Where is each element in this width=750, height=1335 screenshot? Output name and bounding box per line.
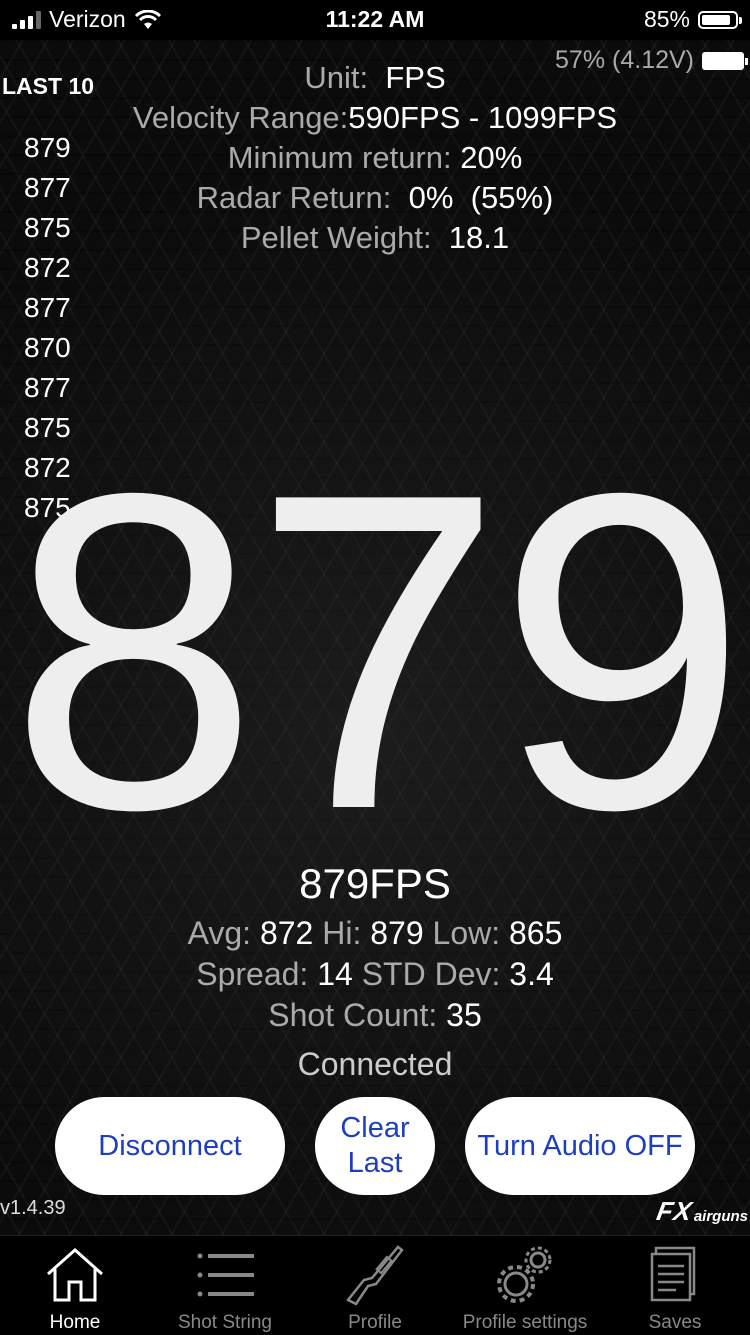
phone-battery-group: 85% — [643, 6, 742, 33]
current-velocity-display: 879 — [8, 401, 748, 903]
pellet-weight-row: Pellet Weight: 18.1 — [0, 218, 750, 258]
minimum-return-label: Minimum return: — [227, 140, 452, 175]
hi-label: Hi: — [322, 915, 362, 951]
chrony-info: Unit: FPS Velocity Range:590FPS - 1099FP… — [0, 58, 750, 258]
app-version: v1.4.39 — [0, 1197, 66, 1219]
velocity-range-row: Velocity Range:590FPS - 1099FPS — [0, 98, 750, 138]
home-icon — [47, 1247, 103, 1302]
shot-count-label: Shot Count: — [268, 997, 438, 1033]
pellet-weight-label: Pellet Weight: — [240, 220, 432, 255]
low-label: Low: — [432, 915, 501, 951]
radar-return-value: 0% — [408, 180, 454, 215]
tab-saves[interactable]: Saves — [600, 1236, 750, 1335]
shot-count-row: Shot Count: 35 — [0, 995, 750, 1036]
rifle-icon — [346, 1245, 404, 1306]
documents-icon — [650, 1246, 696, 1302]
disconnect-button-label: Disconnect — [98, 1129, 242, 1162]
avg-label: Avg: — [187, 915, 252, 951]
avg-hi-low-row: Avg: 872 Hi: 879 Low: 865 — [0, 913, 750, 954]
connection-status: Connected — [297, 1046, 453, 1082]
std-dev-label: STD Dev: — [361, 956, 501, 992]
spread-std-row: Spread: 14 STD Dev: 3.4 — [0, 954, 750, 995]
tab-profile-label: Profile — [348, 1312, 402, 1333]
status-time: 11:22 AM — [325, 6, 425, 32]
logo-airguns: airguns — [693, 1208, 748, 1225]
spread-value: 14 — [317, 956, 353, 992]
turn-audio-off-button[interactable]: Turn Audio OFF — [465, 1097, 695, 1195]
low-value: 865 — [509, 915, 563, 951]
avg-value: 872 — [259, 915, 314, 951]
unit-label: Unit: — [304, 60, 369, 95]
disconnect-button[interactable]: Disconnect — [55, 1097, 285, 1195]
tab-bar: Home Shot String Profile Profile setting… — [0, 1235, 750, 1335]
velocity-range-label: Velocity Range: — [132, 100, 349, 135]
last10-item: 870 — [24, 332, 71, 363]
shot-count-value: 35 — [446, 997, 482, 1033]
fx-airguns-logo: FX airguns — [654, 1196, 748, 1227]
tab-profile[interactable]: Profile — [300, 1236, 450, 1335]
gears-icon — [497, 1246, 552, 1303]
screen-background: Verizon 11:22 AM 85% 57% (4.12V) LAST 10… — [0, 0, 750, 1335]
logo-fx: FX — [654, 1196, 695, 1226]
radar-return-label: Radar Return: — [196, 180, 392, 215]
clear-last-button-label: Clear Last — [340, 1111, 409, 1181]
tab-saves-label: Saves — [648, 1312, 702, 1333]
radar-return-peak: (55%) — [470, 180, 554, 215]
velocity-range-value: 590FPS - 1099FPS — [348, 100, 618, 135]
turn-audio-off-label: Turn Audio OFF — [477, 1129, 683, 1162]
tab-profile-settings-label: Profile settings — [462, 1312, 588, 1333]
unit-row: Unit: FPS — [0, 58, 750, 98]
tab-home-label: Home — [49, 1312, 101, 1333]
pellet-weight-value: 18.1 — [448, 220, 510, 255]
clear-last-line2: Last — [347, 1147, 403, 1179]
phone-battery-percent: 85% — [643, 6, 690, 32]
std-dev-value: 3.4 — [509, 956, 554, 992]
last10-item: 877 — [24, 292, 71, 323]
current-velocity-with-unit: 879FPS — [299, 860, 451, 907]
tab-shot-string[interactable]: Shot String — [150, 1236, 300, 1335]
shot-statistics: Avg: 872 Hi: 879 Low: 865 Spread: 14 STD… — [0, 913, 750, 1036]
radar-return-row: Radar Return: 0% (55%) — [0, 178, 750, 218]
list-icon — [197, 1253, 254, 1297]
tab-home[interactable]: Home — [0, 1236, 150, 1335]
clear-last-button[interactable]: Clear Last — [315, 1097, 435, 1195]
minimum-return-row: Minimum return: 20% — [0, 138, 750, 178]
battery-icon — [698, 10, 742, 29]
hi-value: 879 — [370, 915, 424, 951]
spread-label: Spread: — [196, 956, 309, 992]
tab-profile-settings[interactable]: Profile settings — [450, 1236, 600, 1335]
minimum-return-value: 20% — [460, 140, 523, 175]
unit-value: FPS — [385, 60, 446, 95]
clear-last-line1: Clear — [340, 1112, 410, 1144]
status-bar: Verizon 11:22 AM 85% — [0, 0, 750, 40]
tab-shot-string-label: Shot String — [178, 1312, 272, 1333]
